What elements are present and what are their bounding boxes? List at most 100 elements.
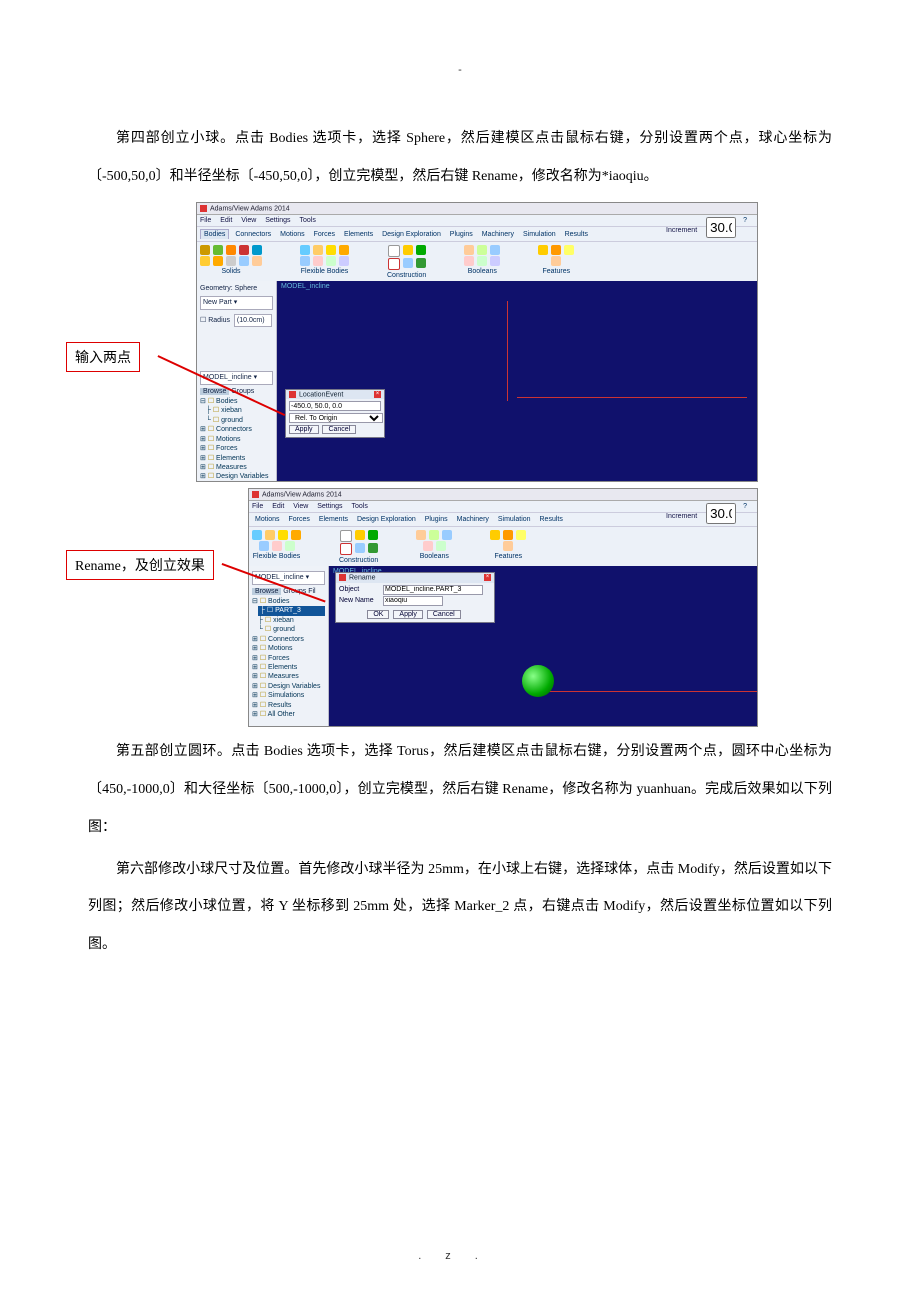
tab-machinery[interactable]: Machinery <box>479 230 517 239</box>
callout-rename: Rename，及创立效果 <box>66 550 214 580</box>
tab-simulation[interactable]: Simulation <box>520 230 559 239</box>
axis-x <box>517 397 747 398</box>
app-icon <box>252 491 259 498</box>
group-features: Features <box>490 530 526 564</box>
adams-screenshot-1: Adams/View Adams 2014 File Edit View Set… <box>196 202 758 482</box>
group-label-solids: Solids <box>221 268 240 275</box>
tree-selected: PART_3 <box>275 607 301 614</box>
group-label-flexible: Flexible Bodies <box>253 553 300 560</box>
obj-input[interactable] <box>383 585 483 595</box>
group-label-construction: Construction <box>339 557 378 564</box>
tab-forces[interactable]: Forces <box>285 515 312 524</box>
tab-results[interactable]: Results <box>562 230 591 239</box>
figure-1-wrap: 输入两点 Adams/View Adams 2014 File Edit Vie… <box>88 202 832 482</box>
tab-connectors[interactable]: Connectors <box>232 230 274 239</box>
menu-tools[interactable]: Tools <box>352 503 368 510</box>
cancel-button[interactable]: Cancel <box>322 425 356 434</box>
increment-field[interactable]: Increment <box>666 217 736 238</box>
help-icon[interactable]: ? <box>743 503 747 510</box>
group-booleans: Booleans <box>416 530 452 564</box>
model-tree[interactable]: ⊟ ☐ Bodies ├ ☐ xieban └ ☐ ground ⊞ ☐ Con… <box>200 397 273 481</box>
cancel-button[interactable]: Cancel <box>427 610 461 619</box>
header-dash: - <box>88 64 832 76</box>
radius-value[interactable]: (10.0cm) <box>234 314 272 328</box>
paragraph-6: 第六部修改小球尺寸及位置。首先修改小球半径为 25mm，在小球上右键，选择球体，… <box>88 851 832 964</box>
ribbon-toolbar: Flexible Bodies Construction Booleans Fe… <box>249 527 757 566</box>
tab-simulation[interactable]: Simulation <box>495 515 534 524</box>
tab-elements[interactable]: Elements <box>316 515 351 524</box>
tab-bodies[interactable]: Bodies <box>200 229 229 239</box>
group-solids: Solids <box>200 245 262 279</box>
dlg-title: Rename <box>349 575 375 582</box>
apply-button[interactable]: Apply <box>393 610 423 619</box>
tab-browse[interactable]: Browse <box>200 388 229 395</box>
increment-field[interactable]: Increment <box>666 503 736 524</box>
menu-view[interactable]: View <box>241 217 256 224</box>
group-construction: Construction <box>339 530 378 564</box>
viewport[interactable]: MODEL_incline Rename× Object New Name OK… <box>329 566 757 726</box>
menu-file[interactable]: File <box>200 217 211 224</box>
menu-view[interactable]: View <box>293 503 308 510</box>
adams-screenshot-2: Adams/View Adams 2014 File Edit View Set… <box>248 488 758 727</box>
tab-design-exploration[interactable]: Design Exploration <box>379 230 444 239</box>
close-icon[interactable]: × <box>484 574 491 581</box>
group-flexible: Flexible Bodies <box>252 530 301 564</box>
window-titlebar: Adams/View Adams 2014 <box>249 489 757 501</box>
model-select[interactable]: MODEL_incline ▾ <box>200 371 273 385</box>
menu-edit[interactable]: Edit <box>220 217 232 224</box>
geometry-label: Geometry: Sphere <box>200 284 273 294</box>
group-label-booleans: Booleans <box>420 553 449 560</box>
coord-input[interactable] <box>289 401 381 411</box>
tab-elements[interactable]: Elements <box>341 230 376 239</box>
rel-select[interactable]: Rel. To Origin <box>289 413 383 423</box>
tab-browse[interactable]: Browse <box>252 588 281 595</box>
viewport[interactable]: MODEL_incline LocationEvent× Rel. To Ori… <box>277 281 757 481</box>
new-part-select[interactable]: New Part ▾ <box>200 296 273 310</box>
paragraph-5: 第五部创立圆环。点击 Bodies 选项卡，选择 Torus，然后建模区点击鼠标… <box>88 733 832 846</box>
sidebar: MODEL_incline ▾ Browse Groups Fil ⊟ ☐ Bo… <box>249 566 329 726</box>
menu-file[interactable]: File <box>252 503 263 510</box>
paragraph-4: 第四部创立小球。点击 Bodies 选项卡，选择 Sphere，然后建模区点击鼠… <box>88 120 832 196</box>
radius-row: ☐ Radius (10.0cm) <box>200 312 273 330</box>
axis-x <box>543 691 757 692</box>
ok-button[interactable]: OK <box>367 610 389 619</box>
menu-settings[interactable]: Settings <box>265 217 290 224</box>
tab-results[interactable]: Results <box>537 515 566 524</box>
window-title: Adams/View Adams 2014 <box>210 205 290 212</box>
close-icon[interactable]: × <box>374 391 381 398</box>
group-booleans: Booleans <box>464 245 500 279</box>
apply-button[interactable]: Apply <box>289 425 319 434</box>
menu-edit[interactable]: Edit <box>272 503 284 510</box>
tab-plugins[interactable]: Plugins <box>422 515 451 524</box>
window-title: Adams/View Adams 2014 <box>262 491 342 498</box>
increment-input[interactable] <box>706 503 736 524</box>
group-construction: Construction <box>387 245 426 279</box>
tab-motions[interactable]: Motions <box>252 515 283 524</box>
window-titlebar: Adams/View Adams 2014 <box>197 203 757 215</box>
tab-plugins[interactable]: Plugins <box>447 230 476 239</box>
increment-input[interactable] <box>706 217 736 238</box>
viewport-title: MODEL_incline <box>281 283 330 290</box>
group-flexible: Flexible Bodies <box>300 245 349 279</box>
sphere-model[interactable] <box>522 665 554 697</box>
group-label-features: Features <box>494 553 522 560</box>
tab-forces[interactable]: Forces <box>311 230 338 239</box>
tab-design-exploration[interactable]: Design Exploration <box>354 515 419 524</box>
tab-motions[interactable]: Motions <box>277 230 308 239</box>
callout-input-two-points: 输入两点 <box>66 342 140 372</box>
group-label-features: Features <box>542 268 570 275</box>
group-label-flexible: Flexible Bodies <box>301 268 348 275</box>
menu-tools[interactable]: Tools <box>300 217 316 224</box>
menu-settings[interactable]: Settings <box>317 503 342 510</box>
sphere-tool-icon[interactable] <box>239 245 249 255</box>
group-label-construction: Construction <box>387 272 426 279</box>
sidebar: Geometry: Sphere New Part ▾ ☐ Radius (10… <box>197 281 277 481</box>
figure-2-wrap: Rename，及创立效果 Adams/View Adams 2014 File … <box>88 488 832 727</box>
location-event-dialog: LocationEvent× Rel. To Origin Apply Canc… <box>285 389 385 438</box>
group-features: Features <box>538 245 574 279</box>
name-input[interactable] <box>383 596 443 606</box>
tab-machinery[interactable]: Machinery <box>454 515 492 524</box>
help-icon[interactable]: ? <box>743 217 747 224</box>
ribbon-toolbar: Solids Flexible Bodies Construction Bool… <box>197 242 757 281</box>
model-tree[interactable]: ⊟ ☐ Bodies ├ ☐ PART_3 ├ ☐ xieban └ ☐ gro… <box>252 597 325 720</box>
